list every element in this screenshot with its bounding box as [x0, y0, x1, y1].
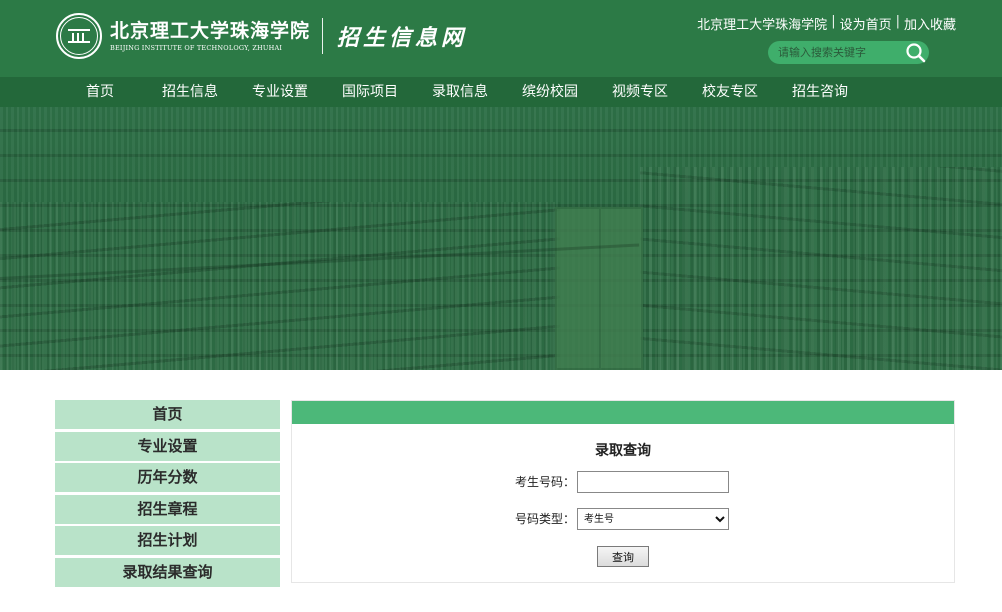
- site-header: 北京理工大学珠海学院 BEIJING INSTITUTE OF TECHNOLO…: [0, 0, 1002, 77]
- top-links: 北京理工大学珠海学院 | 设为首页 | 加入收藏: [697, 14, 956, 33]
- sidebar-item-result-query[interactable]: 录取结果查询: [55, 557, 280, 587]
- number-type-select[interactable]: 考生号: [577, 508, 729, 530]
- sidebar-item-majors[interactable]: 专业设置: [55, 431, 280, 461]
- top-link-school[interactable]: 北京理工大学珠海学院: [697, 14, 827, 33]
- nav-item-home[interactable]: 首页: [72, 77, 128, 107]
- nav-item-consult[interactable]: 招生咨询: [786, 77, 854, 107]
- candidate-number-label: 考生号码：: [514, 475, 575, 489]
- query-button[interactable]: 查询: [597, 546, 649, 567]
- nav-item-alumni[interactable]: 校友专区: [696, 77, 764, 107]
- top-link-set-homepage[interactable]: 设为首页: [840, 14, 892, 33]
- search-button[interactable]: [905, 42, 927, 63]
- nav-item-admissions-info[interactable]: 招生信息: [156, 77, 224, 107]
- school-seal-icon: [56, 13, 102, 59]
- library-banner: [0, 107, 1002, 370]
- sidebar-item-regulations[interactable]: 招生章程: [55, 494, 280, 524]
- nav-item-enrollment-info[interactable]: 录取信息: [426, 77, 494, 107]
- search-input[interactable]: [778, 44, 898, 61]
- candidate-number-input[interactable]: [577, 471, 729, 493]
- search-box: [768, 41, 929, 64]
- candidate-number-row: 考生号码：: [292, 471, 954, 495]
- sidebar-item-past-scores[interactable]: 历年分数: [55, 463, 280, 493]
- sidebar-menu: 首页 专业设置 历年分数 招生章程 招生计划 录取结果查询: [55, 400, 280, 590]
- sidebar-item-home[interactable]: 首页: [55, 400, 280, 429]
- main-nav: 首页 招生信息 专业设置 国际项目 录取信息 缤纷校园 视频专区 校友专区 招生…: [0, 77, 1002, 107]
- nav-item-campus[interactable]: 缤纷校园: [516, 77, 584, 107]
- panel-header-bar: [292, 401, 954, 424]
- school-logo[interactable]: 北京理工大学珠海学院 BEIJING INSTITUTE OF TECHNOLO…: [56, 10, 467, 62]
- top-link-separator: |: [831, 14, 836, 29]
- site-name: 招生信息网: [337, 25, 468, 51]
- nav-item-international[interactable]: 国际项目: [336, 77, 404, 107]
- page-title: 录取查询: [595, 443, 651, 459]
- nav-item-videos[interactable]: 视频专区: [606, 77, 674, 107]
- logo-chinese-name: 北京理工大学珠海学院: [110, 20, 311, 42]
- top-link-add-favorite[interactable]: 加入收藏: [904, 14, 956, 33]
- top-link-separator: |: [895, 14, 900, 29]
- number-type-row: 号码类型： 考生号: [292, 508, 954, 532]
- number-type-label: 号码类型：: [514, 512, 575, 526]
- search-icon: [906, 43, 926, 63]
- query-panel: 录取查询 考生号码： 号码类型： 考生号 查询: [291, 400, 955, 583]
- logo-english-name: BEIJING INSTITUTE OF TECHNOLOGY, ZHUHAI: [110, 44, 283, 52]
- nav-item-majors[interactable]: 专业设置: [246, 77, 314, 107]
- logo-divider: [322, 18, 324, 54]
- sidebar-item-plan[interactable]: 招生计划: [55, 526, 280, 556]
